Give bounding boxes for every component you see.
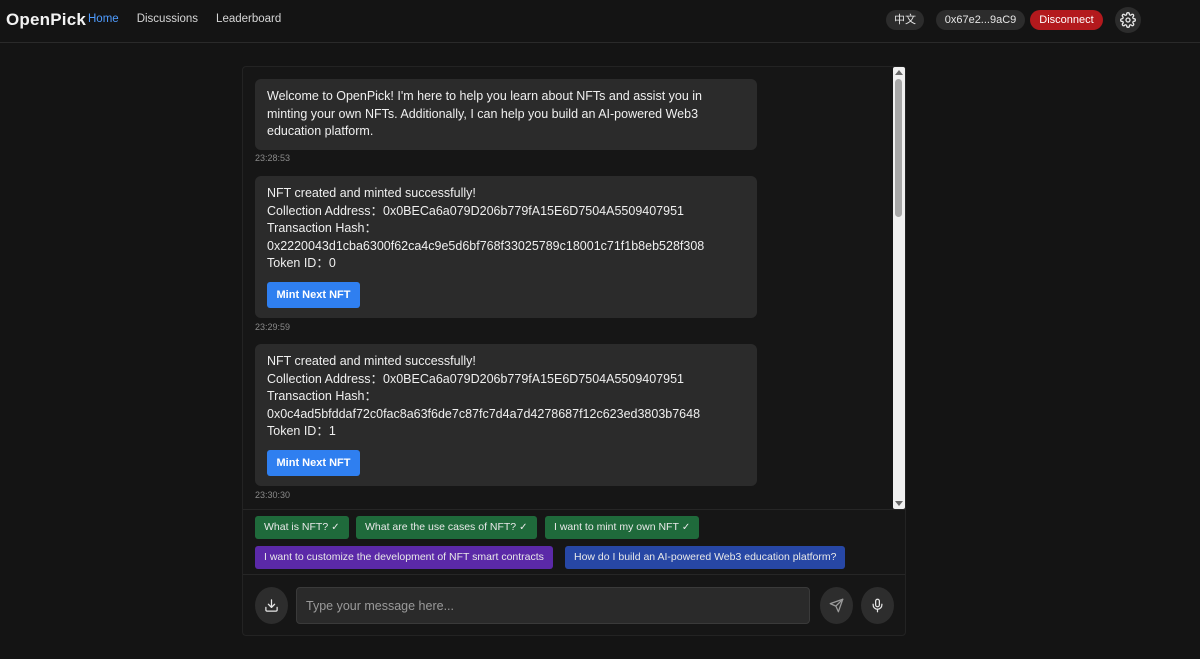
suggestion-what-is-nft[interactable]: What is NFT? ✓	[255, 516, 349, 539]
nav-discussions[interactable]: Discussions	[137, 13, 198, 25]
main-nav: Home Discussions Leaderboard	[88, 13, 281, 25]
download-icon	[265, 599, 278, 612]
token-id: Token ID：1	[267, 424, 336, 439]
message-line: NFT created and minted successfully!	[267, 186, 476, 200]
check-icon: ✓	[519, 522, 528, 533]
message-scrollbar[interactable]	[893, 67, 905, 509]
scroll-up-arrow-icon[interactable]	[895, 70, 903, 75]
microphone-icon	[872, 598, 883, 613]
message-text: Welcome to OpenPick! I'm here to help yo…	[267, 89, 703, 139]
gear-icon	[1120, 12, 1136, 28]
suggestion-nft-use-cases[interactable]: What are the use cases of NFT? ✓	[356, 516, 537, 539]
chip-label: I want to mint my own NFT	[554, 521, 679, 533]
send-button[interactable]	[820, 587, 853, 624]
message-timestamp: 23:29:59	[255, 322, 291, 332]
token-id: Token ID：0	[267, 256, 336, 271]
collection-address: Collection Address：0x0BECa6a079D206b779f…	[267, 203, 684, 218]
collection-address: Collection Address：0x0BECa6a079D206b779f…	[267, 371, 684, 386]
scroll-down-arrow-icon[interactable]	[895, 501, 903, 506]
check-icon: ✓	[331, 522, 340, 533]
check-icon: ✓	[681, 522, 691, 533]
suggestion-chips: What is NFT? ✓ What are the use cases of …	[243, 509, 905, 575]
chat-panel: Welcome to OpenPick! I'm here to help yo…	[242, 66, 906, 636]
settings-button[interactable]	[1115, 7, 1141, 33]
message-timestamp: 23:28:53	[255, 153, 291, 163]
chip-label: What are the use cases of NFT?	[365, 521, 517, 533]
chip-label: What is NFT?	[264, 521, 329, 533]
top-bar: OpenPick Home Discussions Leaderboard 中文…	[0, 0, 1200, 43]
send-icon	[829, 598, 844, 613]
message-timestamp: 23:30:30	[255, 490, 291, 500]
message-line: Transaction Hash：	[267, 389, 377, 404]
app-logo[interactable]: OpenPick	[6, 10, 86, 30]
mint-next-nft-button[interactable]: Mint Next NFT	[267, 449, 360, 476]
transaction-hash: 0x0c4ad5bfddaf72c0fac8a63f6de7c87fc7d4a7…	[267, 406, 701, 421]
chat-message-welcome: Welcome to OpenPick! I'm here to help yo…	[255, 79, 757, 150]
scrollbar-thumb[interactable]	[895, 79, 902, 217]
message-input[interactable]	[296, 587, 810, 624]
nav-leaderboard[interactable]: Leaderboard	[216, 13, 281, 25]
language-toggle[interactable]: 中文	[886, 10, 924, 30]
microphone-button[interactable]	[861, 587, 894, 624]
chat-message-mint-result: NFT created and minted successfully! Col…	[255, 176, 757, 318]
transaction-hash: 0x2220043d1cba6300f62ca4c9e5d6bf768f3302…	[267, 238, 705, 253]
suggestion-mint-own-nft[interactable]: I want to mint my own NFT ✓	[545, 516, 700, 539]
message-list[interactable]: Welcome to OpenPick! I'm here to help yo…	[243, 67, 893, 509]
disconnect-button[interactable]: Disconnect	[1030, 10, 1103, 30]
wallet-address[interactable]: 0x67e2...9aC9	[936, 10, 1025, 30]
mint-next-nft-button[interactable]: Mint Next NFT	[267, 281, 360, 308]
chat-message-mint-result: NFT created and minted successfully! Col…	[255, 344, 757, 486]
nav-home[interactable]: Home	[88, 13, 119, 25]
chip-label: I want to customize the development of N…	[264, 551, 544, 563]
suggestion-customize-contracts[interactable]: I want to customize the development of N…	[255, 546, 553, 569]
suggestion-build-ai-platform[interactable]: How do I build an AI-powered Web3 educat…	[565, 546, 846, 569]
download-button[interactable]	[255, 587, 288, 624]
chip-label: How do I build an AI-powered Web3 educat…	[574, 551, 837, 563]
message-line: Transaction Hash：	[267, 221, 377, 236]
message-line: NFT created and minted successfully!	[267, 354, 476, 368]
